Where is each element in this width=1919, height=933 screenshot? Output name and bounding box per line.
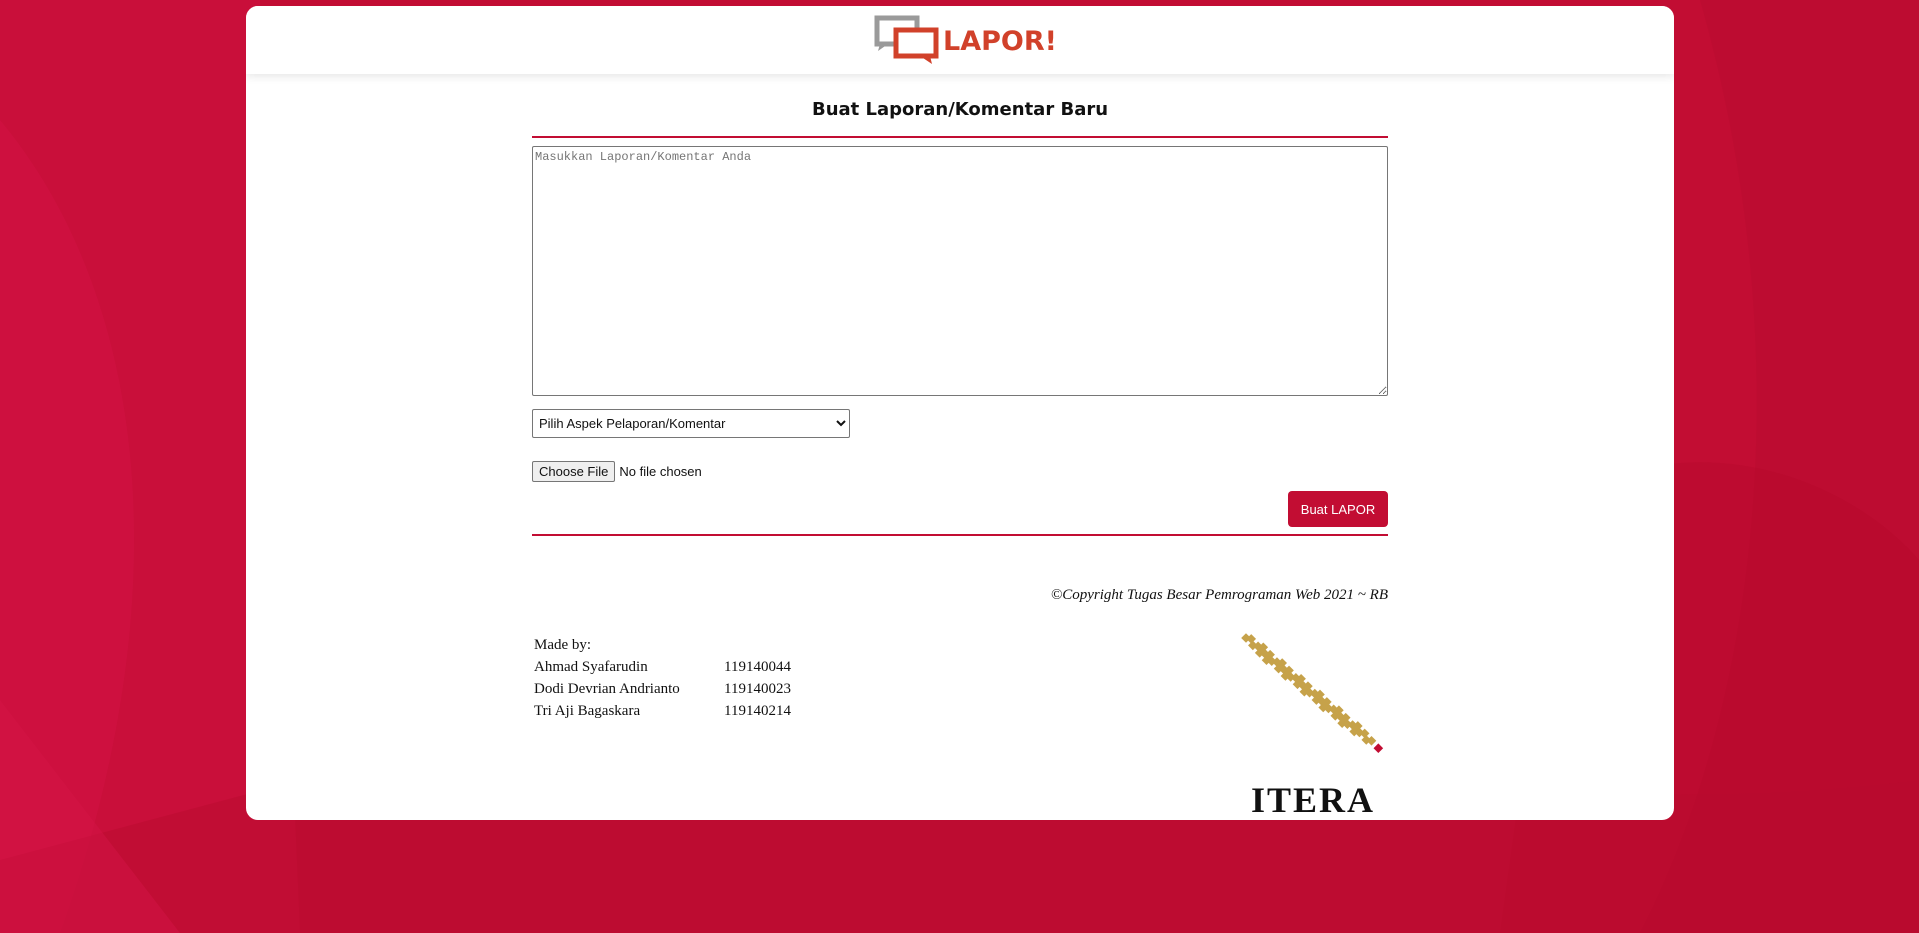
report-textarea[interactable] — [532, 146, 1388, 396]
copyright-text: ©Copyright Tugas Besar Pemrograman Web 2… — [1050, 587, 1388, 603]
author-name: Dodi Devrian Andrianto — [534, 681, 680, 697]
aspect-select[interactable]: Pilih Aspek Pelaporan/Komentar — [532, 409, 850, 438]
logo-text: LAPOR! — [943, 26, 1057, 57]
author-id: 119140214 — [724, 703, 791, 719]
author-row: Dodi Devrian Andrianto 119140023 — [534, 678, 791, 700]
author-row: Ahmad Syafarudin 119140044 — [534, 656, 791, 678]
itera-logo-text: ITERA — [1250, 780, 1376, 820]
main-card: LAPOR! Buat Laporan/Komentar Baru Pilih … — [246, 6, 1674, 820]
divider-top — [532, 136, 1388, 138]
submit-button[interactable]: Buat LAPOR — [1288, 491, 1388, 527]
author-id: 119140023 — [724, 681, 791, 697]
author-name: Ahmad Syafarudin — [534, 659, 648, 675]
author-id: 119140044 — [724, 659, 791, 675]
made-by-label: Made by: — [534, 637, 592, 653]
file-status: No file chosen — [619, 463, 702, 479]
choose-file-button[interactable]: Choose File — [532, 460, 616, 482]
file-input: Choose File No file chosen — [532, 460, 702, 482]
author-row: Tri Aji Bagaskara 119140214 — [534, 700, 791, 722]
authors-table: Ahmad Syafarudin 119140044 Dodi Devrian … — [534, 656, 791, 722]
author-name: Tri Aji Bagaskara — [534, 703, 641, 719]
credits: Made by: Ahmad Syafarudin 119140044 Dodi… — [534, 634, 791, 722]
page-title: Buat Laporan/Komentar Baru — [811, 99, 1109, 120]
itera-red-square — [1373, 743, 1384, 754]
divider-bottom — [532, 534, 1388, 536]
header: LAPOR! — [246, 6, 1674, 74]
